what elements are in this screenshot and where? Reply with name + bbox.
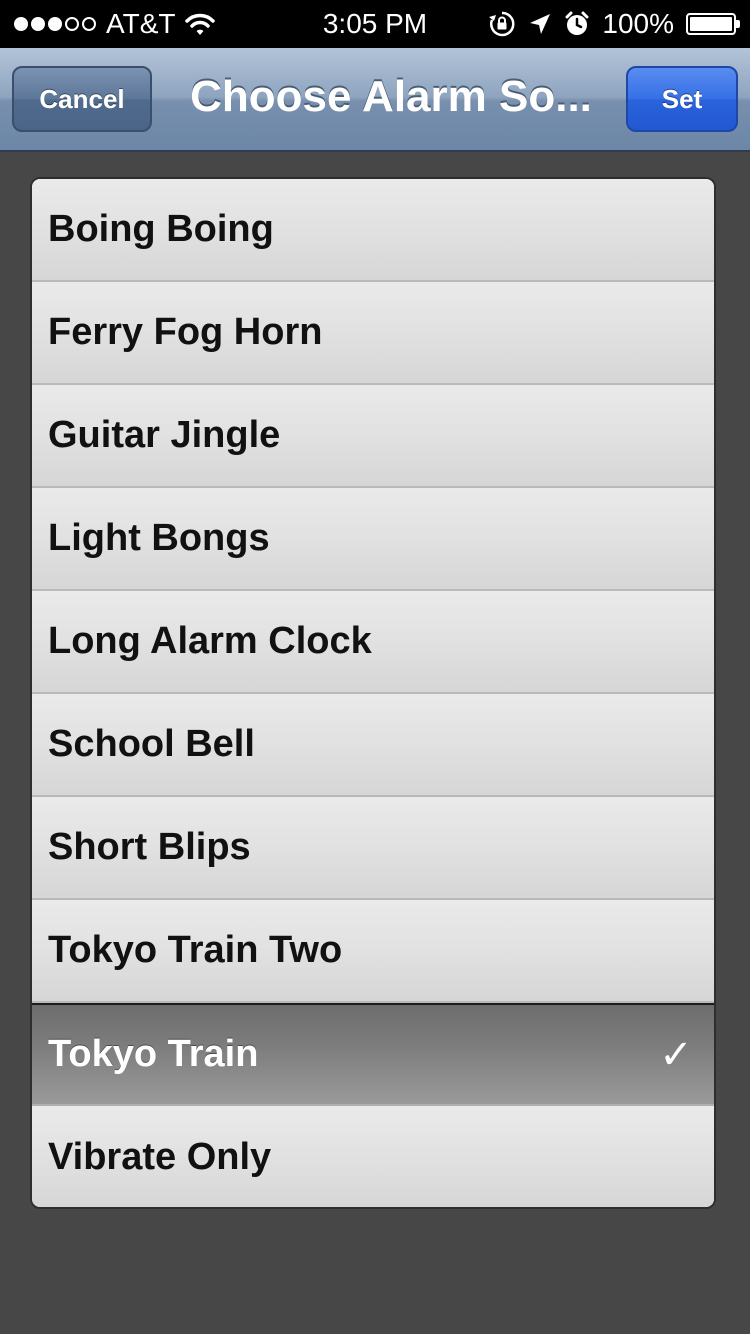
sound-option-label: Light Bongs bbox=[48, 517, 270, 559]
sound-option-row[interactable]: Guitar Jingle bbox=[32, 385, 714, 488]
status-bar: AT&T 3:05 PM 100% bbox=[0, 0, 750, 48]
alarm-sound-list: Boing Boing Ferry Fog Horn Guitar Jingle Li… bbox=[30, 177, 716, 1209]
sound-option-label: Vibrate Only bbox=[48, 1136, 272, 1178]
sound-option-label: Tokyo Train bbox=[48, 1033, 259, 1075]
rotation-lock-icon bbox=[489, 11, 515, 37]
battery-fill bbox=[690, 17, 732, 31]
alarm-clock-icon bbox=[565, 11, 589, 35]
battery-icon bbox=[686, 13, 740, 35]
sound-option-row[interactable]: Tokyo Train Two bbox=[32, 900, 714, 1003]
sound-option-label: Tokyo Train Two bbox=[48, 929, 343, 971]
sound-option-row[interactable]: Boing Boing bbox=[32, 179, 714, 282]
battery-nub bbox=[736, 20, 740, 28]
location-arrow-icon bbox=[530, 14, 551, 34]
sound-option-label: Long Alarm Clock bbox=[48, 620, 372, 662]
sound-option-label: School Bell bbox=[48, 723, 255, 765]
set-button[interactable]: Set bbox=[626, 66, 738, 132]
sound-option-row[interactable]: Tokyo Train ✓ bbox=[32, 1003, 714, 1106]
sound-option-row[interactable]: Short Blips bbox=[32, 797, 714, 900]
sound-option-label: Short Blips bbox=[48, 826, 251, 868]
cancel-button[interactable]: Cancel bbox=[12, 66, 152, 132]
navigation-bar: Cancel Choose Alarm So... Set bbox=[0, 48, 750, 152]
status-right: 100% bbox=[488, 8, 740, 40]
page-title: Choose Alarm So... bbox=[190, 72, 592, 121]
sound-option-row[interactable]: Light Bongs bbox=[32, 488, 714, 591]
sound-option-row[interactable]: Long Alarm Clock bbox=[32, 591, 714, 694]
sound-option-row[interactable]: Vibrate Only bbox=[32, 1106, 714, 1207]
sound-option-row[interactable]: Ferry Fog Horn bbox=[32, 282, 714, 385]
sound-option-label: Boing Boing bbox=[48, 208, 274, 250]
sound-option-label: Ferry Fog Horn bbox=[48, 311, 323, 353]
checkmark-icon: ✓ bbox=[659, 1032, 693, 1077]
sound-option-label: Guitar Jingle bbox=[48, 414, 281, 456]
sound-option-row[interactable]: School Bell bbox=[32, 694, 714, 797]
battery-percentage: 100% bbox=[602, 8, 674, 39]
